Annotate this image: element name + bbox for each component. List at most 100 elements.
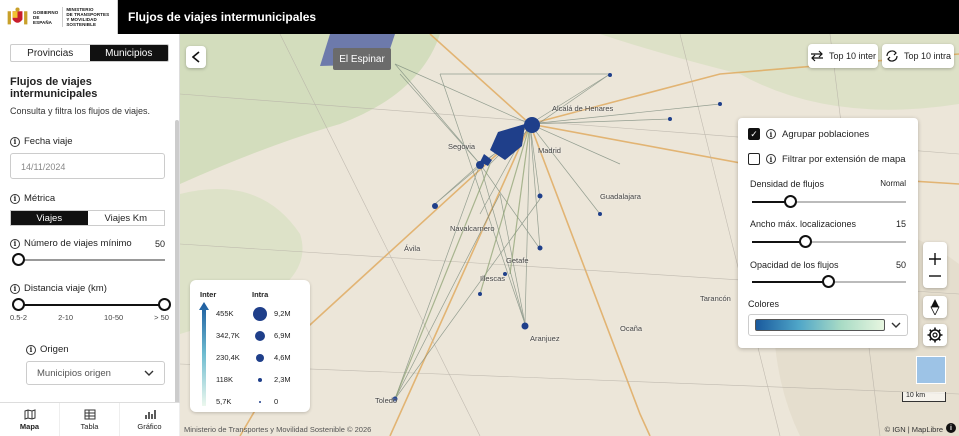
tab-municipios[interactable]: Municipios [89,45,168,61]
top10-inter-button[interactable]: Top 10 inter [808,44,878,68]
legend-intra-title: Intra [252,290,269,299]
max-width-label-row: Ancho máx. localizaciones 15 [750,219,906,229]
zoom-out-icon[interactable] [928,274,942,278]
filter-extent-row[interactable]: i Filtrar por extensión de mapa [748,153,906,165]
sidebar: Provincias Municipios Flujos de viajes i… [0,34,180,436]
nav-tabla[interactable]: Tabla [60,403,120,436]
origin-label-row: i Origen [26,344,169,355]
filter-extent-checkbox[interactable] [748,153,760,165]
place-label: Tarancón [700,294,731,303]
legend-intra-circle [253,307,267,321]
app-title: Flujos de viajes intermunicipales [128,10,317,24]
legend-intra-circle [255,331,265,341]
settings-panel: ✓ i Agrupar poblaciones i Filtrar por ex… [738,118,918,348]
density-value: Normal [880,179,906,188]
legend-intra-value: 6,9M [274,331,291,340]
legend: Inter Intra 455K 342,7K 230,4K 118K 5,7K 9,2… [190,280,310,412]
max-width-slider[interactable] [752,235,906,248]
gear-icon [927,327,943,343]
settings-button[interactable] [923,324,947,346]
collapse-sidebar-button[interactable] [186,46,206,68]
group-populations-row[interactable]: ✓ i Agrupar poblaciones [748,128,869,140]
legend-inter-title: Inter [200,290,217,299]
ministry-text: GOBIERNO DE ESPAÑA [33,9,59,25]
attribution-right[interactable]: © IGN | MapLibre [885,425,943,434]
top10-inter-label: Top 10 inter [828,51,877,61]
density-slider[interactable] [752,195,906,208]
nav-mapa[interactable]: Mapa [0,403,60,436]
nav-tabla-label: Tabla [80,421,99,431]
slider-rest [790,201,906,203]
place-label: Ávila [404,244,421,253]
density-label-row: Densidad de flujos Normal [750,179,906,189]
nav-grafico[interactable]: Gráfico [120,403,180,436]
top10-intra-button[interactable]: Top 10 intra [882,44,954,68]
scale-bar: 10 km [902,392,946,402]
basemap-toggle-thumbnail[interactable] [916,356,946,384]
sidebar-title: Flujos de viajes intermunicipales [10,76,98,100]
min-trips-label: Número de viajes mínimo [24,238,132,249]
compass-icon [930,299,940,315]
group-populations-checkbox[interactable]: ✓ [748,128,760,140]
colors-label: Colores [748,299,780,309]
zoom-in-icon[interactable] [928,252,942,266]
chart-icon [144,409,156,419]
map-icon [24,408,35,420]
place-label: Guadalajara [600,192,641,201]
legend-inter-value: 5,7K [216,397,232,406]
distance-slider-max-knob[interactable] [158,298,171,311]
place-label: Getafe [506,256,529,265]
opacity-label-row: Opacidad de los flujos 50 [750,260,906,270]
density-slider-knob[interactable] [783,195,797,208]
info-icon[interactable]: i [10,238,20,249]
max-width-slider-knob[interactable] [798,235,812,248]
legend-intra-value: 2,3M [274,375,291,384]
sidebar-scrollbar[interactable] [175,120,179,424]
chevron-left-icon [192,51,200,63]
min-trips-slider-knob[interactable] [12,253,25,266]
nav-grafico-label: Gráfico [137,421,162,431]
legend-inter-value: 342,7K [216,331,240,340]
attribution-info-icon[interactable]: i [946,423,956,433]
distance-tick: > 50 [154,313,169,322]
opacity-slider-knob[interactable] [822,275,835,288]
origin-label: Origen [40,344,69,355]
min-trips-row: i Número de viajes mínimo 50 [10,238,165,249]
distance-label-row: i Distancia viaje (km) [10,283,169,294]
table-icon [84,409,95,419]
place-label: Illescas [480,274,506,283]
info-icon[interactable]: i [26,344,36,355]
legend-intra-value: 9,2M [274,309,291,318]
max-width-label: Ancho máx. localizaciones [750,219,857,229]
metric-viajes-km[interactable]: Viajes Km [88,211,165,225]
info-icon[interactable]: i [766,129,776,139]
distance-tick: 0.5-2 [10,313,28,322]
distance-slider[interactable] [12,298,171,311]
distance-slider-min-knob[interactable] [12,298,25,311]
min-trips-slider[interactable] [12,253,165,266]
legend-inter-value: 455K [216,309,234,318]
tab-provincias[interactable]: Provincias [11,45,90,61]
place-label: Madrid [538,146,561,155]
distance-tick: 2-10 [58,313,74,322]
info-icon[interactable]: i [10,193,20,204]
info-icon[interactable]: i [10,136,20,147]
ministry-name: MINISTERIO DE TRANSPORTES Y MOVILIDAD SOST… [62,7,117,27]
coat-of-arms-icon [7,7,28,25]
compass-button[interactable] [923,296,947,318]
swap-arrows-icon [810,50,823,62]
place-label: Alcalá de Henares [552,104,614,113]
color-scale-select[interactable] [748,314,908,336]
max-width-value: 15 [895,219,906,229]
info-icon[interactable]: i [766,154,776,164]
info-icon[interactable]: i [10,283,20,294]
origin-select[interactable]: Municipios origen [26,361,165,385]
date-input[interactable]: 14/11/2024 [10,153,165,179]
opacity-slider[interactable] [752,275,906,288]
legend-inter-value: 118K [216,375,233,384]
place-label: Segovia [448,142,476,151]
level-toggle: Provincias Municipios [10,44,169,62]
map-canvas[interactable]: Segovia Madrid Toledo Alcalá de Henares Geta… [180,34,959,436]
color-scale-preview [755,319,885,331]
metric-viajes[interactable]: Viajes [11,211,88,225]
